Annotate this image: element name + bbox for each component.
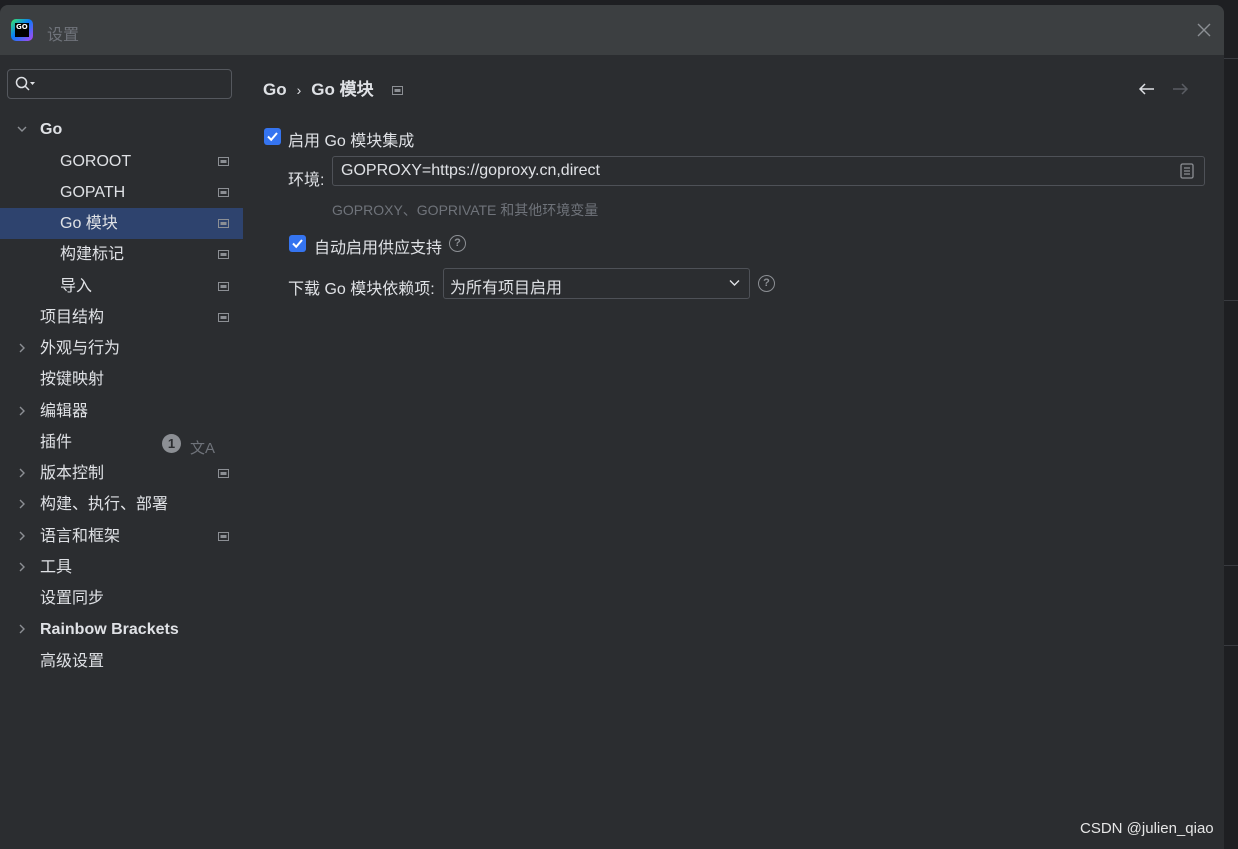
sidebar-item-label: 版本控制 (40, 465, 105, 482)
project-settings-icon (218, 219, 229, 228)
sidebar-item-label: 构建标记 (60, 246, 125, 263)
enable-go-modules-label: 启用 Go 模块集成 (288, 133, 415, 150)
sidebar-item-build-execution[interactable]: 构建、执行、部署 (0, 489, 243, 520)
sidebar-item-editor[interactable]: 编辑器 (0, 396, 243, 427)
settings-search[interactable] (7, 69, 232, 99)
sidebar-item-label: 构建、执行、部署 (40, 496, 169, 513)
environment-field[interactable]: GOPROXY=https://goproxy.cn,direct (332, 156, 1205, 186)
project-settings-icon (218, 282, 229, 291)
project-settings-icon (218, 469, 229, 478)
sidebar-item-label: 外观与行为 (40, 340, 121, 357)
chevron-right-icon (19, 406, 25, 416)
sidebar-item-vcs[interactable]: 版本控制 (0, 458, 243, 489)
sidebar-item-go[interactable]: Go (0, 114, 243, 145)
breadcrumb-parent[interactable]: Go (263, 80, 287, 100)
settings-sidebar: Go GOROOT GOPATH Go 模块 构建标记 导入 项目结构 外观与行… (0, 55, 243, 849)
watermark: CSDN @julien_qiao (1080, 820, 1214, 837)
environment-hint: GOPROXY、GOPRIVATE 和其他环境变量 (332, 202, 599, 218)
sidebar-item-appearance[interactable]: 外观与行为 (0, 333, 243, 364)
checkmark-icon (292, 239, 303, 249)
vendoring-label: 自动启用供应支持 (314, 240, 443, 257)
chevron-right-icon (19, 499, 25, 509)
chevron-right-icon (19, 624, 25, 634)
sidebar-item-goroot[interactable]: GOROOT (0, 146, 243, 177)
breadcrumb: Go › Go 模块 (263, 75, 403, 100)
settings-dialog: GO 设置 Go GOROOT GOPATH Go 模块 构建标记 导入 项目结… (0, 5, 1224, 849)
checkmark-icon (267, 132, 278, 142)
sidebar-item-label: 语言和框架 (40, 528, 121, 545)
sidebar-item-label: 按键映射 (40, 371, 105, 388)
help-icon[interactable]: ? (449, 235, 466, 252)
chevron-right-icon (19, 562, 25, 572)
sidebar-item-gopath[interactable]: GOPATH (0, 177, 243, 208)
sidebar-item-label: 导入 (60, 278, 93, 295)
project-settings-icon (218, 250, 229, 259)
sidebar-item-settings-sync[interactable]: 设置同步 (0, 583, 243, 614)
sidebar-item-label: Rainbow Brackets (40, 621, 179, 638)
sidebar-item-go-modules[interactable]: Go 模块 (0, 208, 243, 239)
project-settings-icon (218, 188, 229, 197)
forward-button[interactable] (1171, 82, 1189, 100)
sidebar-item-rainbow-brackets[interactable]: Rainbow Brackets (0, 614, 243, 645)
update-count-badge: 1 (162, 434, 181, 453)
chevron-right-icon (19, 531, 25, 541)
sidebar-item-keymap[interactable]: 按键映射 (0, 364, 243, 395)
chevron-down-icon (17, 126, 27, 132)
sidebar-item-project-structure[interactable]: 项目结构 (0, 302, 243, 333)
help-icon[interactable]: ? (758, 275, 775, 292)
sidebar-item-imports[interactable]: 导入 (0, 271, 243, 302)
sidebar-item-label: Go 模块 (60, 215, 118, 232)
sidebar-item-tools[interactable]: 工具 (0, 552, 243, 583)
environment-label: 环境: (288, 172, 325, 189)
chevron-right-icon (19, 468, 25, 478)
sidebar-item-label: 高级设置 (40, 653, 105, 670)
download-deps-select[interactable]: 为所有项目启用 (443, 268, 750, 299)
sidebar-item-label: 编辑器 (40, 403, 89, 420)
download-deps-value: 为所有项目启用 (450, 280, 563, 297)
close-button[interactable] (1194, 20, 1214, 40)
close-icon (1197, 23, 1211, 37)
search-icon (15, 76, 35, 91)
arrow-left-icon (1138, 83, 1154, 95)
goland-logo-icon: GO (11, 19, 33, 41)
sidebar-item-plugins[interactable]: 插件 1 文A (0, 427, 243, 458)
back-button[interactable] (1138, 82, 1156, 100)
chevron-down-icon (729, 280, 740, 286)
project-settings-icon (218, 532, 229, 541)
breadcrumb-separator: › (296, 82, 302, 98)
download-deps-label: 下载 Go 模块依赖项: (288, 281, 435, 298)
chevron-right-icon (19, 343, 25, 353)
project-settings-icon (218, 157, 229, 166)
sidebar-item-label: 设置同步 (40, 590, 105, 607)
window-title: 设置 (47, 27, 80, 44)
sidebar-item-label: 插件 (40, 434, 73, 451)
edit-environment-icon (1180, 163, 1194, 179)
enable-go-modules-checkbox[interactable] (264, 128, 281, 145)
sidebar-item-languages[interactable]: 语言和框架 (0, 521, 243, 552)
sidebar-item-label: GOPATH (60, 184, 126, 201)
breadcrumb-current: Go 模块 (311, 80, 374, 99)
sidebar-item-advanced-settings[interactable]: 高级设置 (0, 646, 243, 677)
project-settings-icon (218, 313, 229, 322)
title-bar: GO 设置 (0, 5, 1224, 55)
settings-content: Go › Go 模块 启用 Go 模块集成 环境: GOPROXY=https://… (243, 55, 1224, 849)
sidebar-item-label: GOROOT (60, 153, 132, 170)
sidebar-item-label: 项目结构 (40, 309, 105, 326)
environment-value: GOPROXY=https://goproxy.cn,direct (341, 162, 600, 179)
sidebar-item-label: Go (40, 121, 63, 138)
arrow-right-icon (1173, 83, 1189, 95)
search-input[interactable] (42, 73, 226, 95)
background-ide-edge (1224, 0, 1238, 849)
sidebar-item-build-tags[interactable]: 构建标记 (0, 239, 243, 270)
sidebar-item-label: 工具 (40, 559, 73, 576)
project-settings-icon (391, 80, 403, 100)
vendoring-checkbox[interactable] (289, 235, 306, 252)
